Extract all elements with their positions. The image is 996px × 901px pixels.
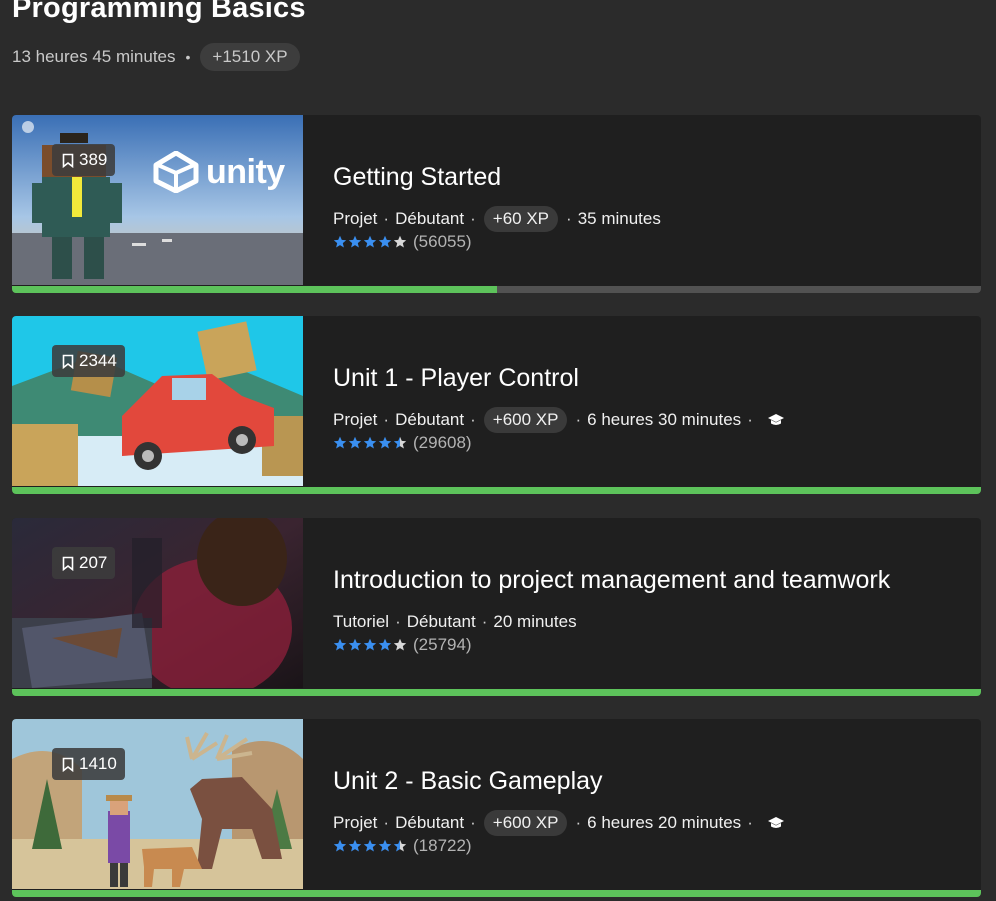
star-icon [363, 638, 377, 651]
course-duration: 20 minutes [493, 612, 577, 631]
star-icon [333, 436, 347, 449]
star-rating [333, 436, 407, 450]
course-card[interactable]: 2344 Unit 1 - Player Control Projet · Déb… [12, 316, 981, 494]
star-rating [333, 638, 407, 652]
star-icon [363, 235, 377, 248]
rating-count: (29608) [413, 433, 472, 452]
thumbnail-moose-farmer[interactable]: 1410 [12, 719, 303, 889]
star-icon [333, 638, 347, 651]
star-icon [378, 235, 392, 248]
thumbnail-person-laptop[interactable]: 207 [12, 518, 303, 688]
bookmark-count[interactable]: 207 [52, 547, 116, 579]
star-icon [348, 638, 362, 651]
pathway-meta: 13 heures 45 minutes • +1510 XP [12, 42, 300, 72]
star-rating [333, 235, 407, 249]
page-title: Programming Basics [12, 0, 306, 24]
meta-separator: • [185, 49, 191, 65]
rating: (25794) [333, 635, 472, 655]
total-duration: 13 heures 45 minutes [12, 47, 176, 66]
rating: (56055) [333, 232, 472, 252]
bookmark-icon [62, 556, 74, 571]
bookmark-icon [62, 757, 74, 772]
progress-bar [12, 890, 981, 897]
progress-bar [12, 689, 981, 696]
course-title[interactable]: Unit 1 - Player Control [333, 364, 579, 393]
course-title[interactable]: Introduction to project management and t… [333, 566, 890, 595]
graduation-cap-icon [767, 413, 785, 427]
progress-fill [12, 890, 981, 897]
course-duration: 6 heures 20 minutes [587, 813, 742, 832]
progress-fill [12, 286, 497, 293]
rating-count: (25794) [413, 635, 472, 654]
progress-bar [12, 286, 981, 293]
course-card[interactable]: 207 Introduction to project management a… [12, 518, 981, 696]
graduation-cap-icon [767, 816, 785, 830]
star-icon [378, 638, 392, 651]
course-duration: 6 heures 30 minutes [587, 410, 742, 429]
total-xp-badge: +1510 XP [200, 43, 300, 71]
course-duration: 35 minutes [577, 209, 661, 228]
rating-count: (56055) [413, 232, 472, 251]
star-icon [393, 436, 407, 449]
xp-badge: +60 XP [483, 206, 559, 232]
course-meta: Projet · Débutant · +600 XP · 6 heures 20 m… [333, 809, 785, 837]
course-level: Débutant [395, 209, 465, 228]
unity-cube-icon [153, 151, 199, 193]
progress-fill [12, 487, 981, 494]
bookmark-count[interactable]: 389 [52, 144, 116, 176]
bookmark-count[interactable]: 2344 [52, 345, 125, 377]
unity-logo-text: unity [206, 152, 285, 191]
star-icon [333, 839, 347, 852]
rating: (29608) [333, 433, 472, 453]
rating-count: (18722) [413, 836, 472, 855]
progress-fill [12, 689, 981, 696]
course-card[interactable]: unity 389 Getting Started Projet · Débuta… [12, 115, 981, 293]
course-level: Débutant [395, 410, 465, 429]
course-title[interactable]: Getting Started [333, 163, 501, 192]
thumbnail-unity-character[interactable]: unity 389 [12, 115, 303, 285]
course-card[interactable]: 1410 Unit 2 - Basic Gameplay Projet · Déb… [12, 719, 981, 897]
xp-badge: +600 XP [483, 810, 568, 836]
unity-logo: unity [152, 151, 285, 193]
star-icon [348, 436, 362, 449]
course-level: Débutant [395, 813, 465, 832]
star-icon [393, 839, 407, 852]
course-meta: Tutoriel · Débutant · 20 minutes [333, 612, 577, 631]
progress-bar [12, 487, 981, 494]
star-icon [348, 235, 362, 248]
bookmark-icon [62, 153, 74, 168]
rating: (18722) [333, 836, 472, 856]
bookmark-count[interactable]: 1410 [52, 748, 125, 780]
star-icon [378, 839, 392, 852]
course-title[interactable]: Unit 2 - Basic Gameplay [333, 767, 603, 796]
course-type: Projet [333, 209, 378, 228]
course-level: Débutant [406, 612, 476, 631]
star-icon [378, 436, 392, 449]
star-icon [393, 235, 407, 248]
star-icon [348, 839, 362, 852]
star-rating [333, 839, 407, 853]
course-meta: Projet · Débutant · +60 XP · 35 minutes [333, 205, 661, 233]
xp-badge: +600 XP [483, 407, 568, 433]
course-type: Projet [333, 813, 378, 832]
course-meta: Projet · Débutant · +600 XP · 6 heures 30 m… [333, 406, 785, 434]
star-icon [393, 638, 407, 651]
bookmark-icon [62, 354, 74, 369]
thumbnail-red-truck-crates[interactable]: 2344 [12, 316, 303, 486]
star-icon [363, 839, 377, 852]
star-icon [363, 436, 377, 449]
star-icon [333, 235, 347, 248]
course-type: Projet [333, 410, 378, 429]
course-type: Tutoriel [333, 612, 390, 631]
